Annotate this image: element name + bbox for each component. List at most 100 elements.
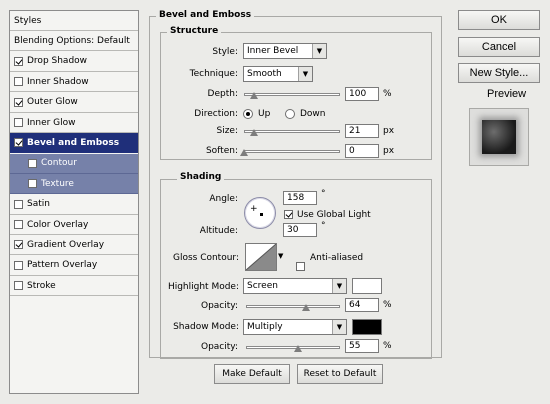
style-item-outer-glow[interactable]: Outer Glow	[10, 93, 138, 113]
highlight-mode-value: Screen	[247, 281, 278, 291]
style-item-checkbox[interactable]	[14, 199, 23, 209]
style-item-inner-glow[interactable]: Inner Glow	[10, 113, 138, 133]
size-input[interactable]: 21	[345, 124, 379, 138]
style-item-checkbox[interactable]	[28, 158, 37, 168]
chevron-down-icon: ▼	[332, 279, 346, 293]
contour-graph-icon	[246, 244, 276, 270]
style-label: Style:	[212, 47, 238, 57]
highlight-mode-label: Highlight Mode:	[167, 282, 239, 292]
style-item-stroke[interactable]: Stroke	[10, 276, 138, 297]
style-item-satin[interactable]: Satin	[10, 195, 138, 215]
shadow-opacity-unit: %	[383, 341, 392, 351]
size-slider-thumb[interactable]	[249, 129, 258, 136]
technique-value: Smooth	[247, 69, 282, 79]
technique-label: Technique:	[189, 69, 238, 79]
style-item-blending-options-default[interactable]: Blending Options: Default	[10, 31, 138, 52]
new-style-button[interactable]: New Style...	[458, 63, 540, 83]
soften-label: Soften:	[205, 146, 238, 156]
style-item-label: Contour	[41, 158, 77, 169]
direction-label: Direction:	[194, 109, 238, 119]
style-item-checkbox[interactable]	[14, 77, 23, 87]
altitude-unit: °	[321, 221, 326, 231]
highlight-color-swatch[interactable]	[352, 278, 382, 294]
altitude-input[interactable]: 30	[283, 223, 317, 237]
style-item-label: Texture	[41, 178, 74, 189]
depth-input[interactable]: 100	[345, 87, 379, 101]
style-item-checkbox[interactable]	[14, 118, 23, 127]
depth-slider[interactable]	[244, 93, 340, 96]
size-slider[interactable]	[244, 130, 340, 133]
style-item-color-overlay[interactable]: Color Overlay	[10, 215, 138, 235]
highlight-opacity-thumb[interactable]	[302, 304, 311, 311]
style-item-label: Color Overlay	[27, 219, 89, 230]
style-item-texture[interactable]: Texture	[10, 174, 138, 195]
style-item-label: Satin	[27, 199, 50, 210]
use-global-light-checkbox[interactable]	[284, 210, 293, 219]
soften-slider-thumb[interactable]	[240, 149, 248, 156]
style-item-inner-shadow[interactable]: Inner Shadow	[10, 72, 138, 93]
preview-label: Preview	[487, 88, 527, 100]
shadow-mode-value: Multiply	[247, 322, 283, 332]
shadow-opacity-input[interactable]: 55	[345, 339, 379, 353]
size-label: Size:	[216, 126, 238, 136]
highlight-mode-select[interactable]: Screen ▼	[243, 278, 347, 294]
direction-up-radio[interactable]	[243, 109, 253, 119]
style-item-label: Inner Glow	[27, 117, 76, 128]
direction-up-label: Up	[258, 109, 271, 119]
direction-down-radio[interactable]	[285, 109, 295, 119]
highlight-opacity-slider[interactable]	[246, 305, 340, 308]
soften-slider[interactable]	[244, 150, 340, 153]
shadow-color-swatch[interactable]	[352, 319, 382, 335]
preview-swatch	[482, 120, 516, 154]
style-item-bevel-and-emboss[interactable]: Bevel and Emboss	[10, 133, 138, 154]
reset-to-default-button[interactable]: Reset to Default	[297, 364, 383, 384]
style-item-checkbox[interactable]	[14, 138, 23, 148]
style-item-label: Bevel and Emboss	[27, 137, 120, 148]
chevron-down-icon: ▼	[298, 67, 312, 81]
style-item-gradient-overlay[interactable]: Gradient Overlay	[10, 235, 138, 256]
style-item-checkbox[interactable]	[14, 97, 23, 107]
angle-dial[interactable]: +	[244, 197, 276, 229]
depth-slider-thumb[interactable]	[249, 92, 258, 99]
style-item-checkbox[interactable]	[14, 260, 23, 270]
style-select[interactable]: Inner Bevel ▼	[243, 43, 327, 59]
highlight-opacity-label: Opacity:	[201, 301, 238, 311]
styles-header[interactable]: Styles	[10, 11, 138, 31]
highlight-opacity-unit: %	[383, 300, 392, 310]
shadow-opacity-thumb[interactable]	[293, 345, 302, 352]
gloss-contour-dropdown[interactable]: ▼	[278, 250, 286, 262]
style-item-checkbox[interactable]	[28, 179, 37, 189]
style-item-checkbox[interactable]	[14, 220, 23, 229]
style-item-label: Inner Shadow	[27, 76, 89, 87]
gloss-contour-label: Gloss Contour:	[172, 253, 239, 263]
style-item-pattern-overlay[interactable]: Pattern Overlay	[10, 256, 138, 276]
make-default-button[interactable]: Make Default	[214, 364, 290, 384]
ok-button[interactable]: OK	[458, 10, 540, 30]
shading-title: Shading	[177, 172, 225, 182]
style-item-checkbox[interactable]	[14, 240, 23, 250]
gloss-contour-picker[interactable]	[245, 243, 277, 271]
angle-dot	[260, 213, 263, 216]
style-item-checkbox[interactable]	[14, 281, 23, 291]
shadow-opacity-label: Opacity:	[201, 342, 238, 352]
styles-list: Styles Blending Options: Default Drop Shad…	[9, 10, 139, 394]
shadow-mode-label: Shadow Mode:	[173, 322, 239, 332]
anti-aliased-checkbox[interactable]	[296, 262, 305, 271]
style-item-contour[interactable]: Contour	[10, 153, 138, 174]
shadow-mode-select[interactable]: Multiply ▼	[243, 319, 347, 335]
highlight-opacity-input[interactable]: 64	[345, 298, 379, 312]
angle-input[interactable]: 158	[283, 191, 317, 205]
technique-select[interactable]: Smooth ▼	[243, 66, 313, 82]
style-preview-thumbnail	[469, 108, 529, 166]
anti-aliased-label: Anti-aliased	[310, 253, 364, 263]
cancel-button[interactable]: Cancel	[458, 37, 540, 57]
direction-down-label: Down	[300, 109, 326, 119]
soften-input[interactable]: 0	[345, 144, 379, 158]
style-item-drop-shadow[interactable]: Drop Shadow	[10, 52, 138, 72]
crosshair-icon: +	[250, 204, 258, 214]
chevron-down-icon: ▼	[312, 44, 326, 58]
style-item-checkbox[interactable]	[14, 56, 23, 66]
size-unit: px	[383, 126, 395, 136]
soften-unit: px	[383, 146, 395, 156]
depth-label: Depth:	[207, 89, 238, 99]
